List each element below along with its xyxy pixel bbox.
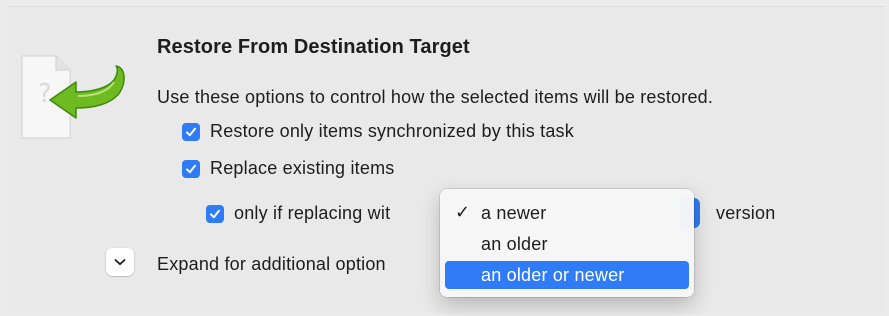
- menu-item-an-older-or-newer[interactable]: an older or newer: [445, 261, 689, 289]
- restore-only-checkbox[interactable]: [182, 122, 200, 141]
- menu-item-an-older[interactable]: an older: [445, 230, 689, 258]
- menu-item-label: an older: [481, 234, 548, 254]
- menu-item-label: a newer: [481, 203, 547, 223]
- replace-existing-checkbox[interactable]: [182, 159, 200, 178]
- version-label: version: [716, 203, 776, 223]
- checkmark-icon: [186, 127, 196, 136]
- restore-only-synchronized-option[interactable]: Restore only items synchronized by this …: [182, 121, 574, 142]
- only-if-replacing-label: only if replacing wit: [234, 203, 391, 223]
- restore-document-icon: ?: [16, 52, 134, 142]
- section-title: Restore From Destination Target: [157, 36, 470, 58]
- only-if-replacing-option[interactable]: only if replacing wit: [206, 203, 390, 224]
- only-if-replacing-checkbox[interactable]: [206, 204, 224, 223]
- replace-existing-option[interactable]: Replace existing items: [182, 158, 394, 179]
- svg-text:?: ?: [38, 79, 52, 109]
- version-popup-menu: ✓ a newer an older an older or newer: [440, 189, 694, 297]
- expand-options-label: Expand for additional option: [157, 254, 386, 274]
- checkmark-icon: [186, 164, 196, 173]
- menu-item-a-newer[interactable]: ✓ a newer: [445, 199, 689, 227]
- section-description: Use these options to control how the sel…: [157, 87, 714, 107]
- restore-options-window: ? Restore From Destination Target Use th…: [0, 0, 889, 316]
- chevron-down-icon: [114, 259, 126, 266]
- menu-item-label: an older or newer: [481, 265, 625, 285]
- restore-only-label: Restore only items synchronized by this …: [210, 121, 574, 141]
- checkmark-icon: ✓: [455, 202, 471, 222]
- expand-disclosure-button[interactable]: [106, 248, 134, 276]
- replace-existing-label: Replace existing items: [210, 158, 395, 178]
- checkmark-icon: [210, 209, 220, 218]
